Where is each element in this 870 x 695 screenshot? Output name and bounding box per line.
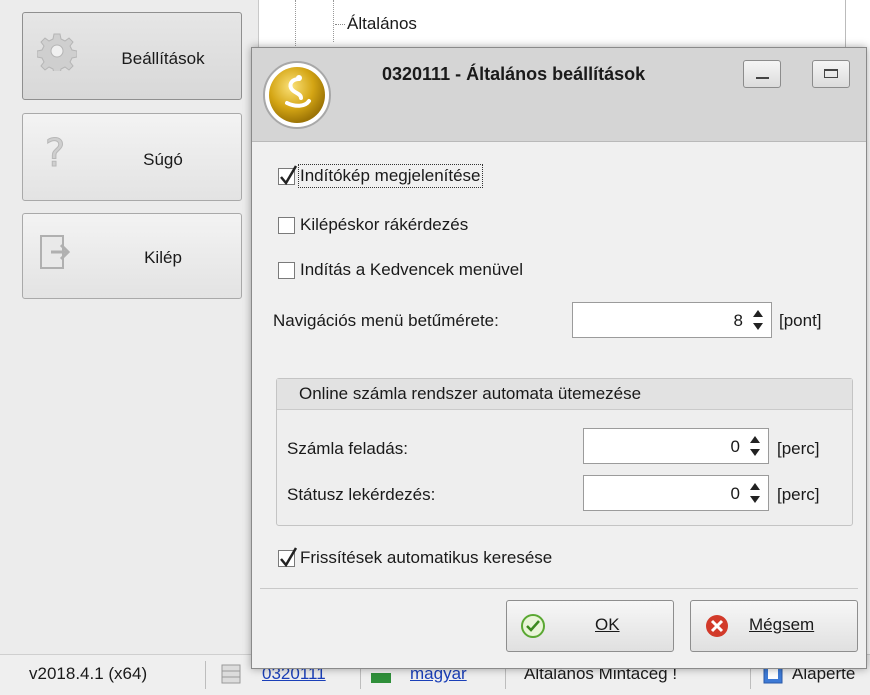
minimize-icon [756,77,769,79]
checkbox-label: Kilépéskor rákérdezés [300,215,469,234]
spinner-value: 8 [733,311,743,330]
status-query-unit: [perc] [777,485,820,504]
check-icon [280,165,298,186]
invoice-send-unit: [perc] [777,439,820,458]
checkbox-label: Indítókép megjelenítése [298,164,483,188]
tree-guide-line [295,0,296,50]
nav-font-size-spinner[interactable]: 8 [572,302,772,338]
nav-font-unit: [pont] [779,311,822,330]
online-invoice-group: Online számla rendszer automata ütemezés… [276,378,853,526]
left-nav-panel: Beállítások ? Súgó Kilép [0,0,259,694]
tree-item-label: Általános [347,14,417,33]
invoice-send-spinner[interactable]: 0 [583,428,769,464]
status-separator [205,661,206,689]
database-icon [220,663,242,685]
gear-icon [36,31,78,75]
maximize-icon [824,69,838,78]
app-logo-icon [261,59,333,131]
invoice-send-label: Számla feladás: [287,439,408,458]
dialog-title: 0320111 - Általános beállítások [382,64,646,84]
group-header: Online számla rendszer automata ütemezés… [277,379,852,410]
minimize-button[interactable] [743,60,781,88]
checkbox-box[interactable] [278,262,295,279]
ok-check-icon [521,614,545,638]
spinner-arrows-icon[interactable] [751,307,765,333]
help-button-label: Súgó [143,150,183,169]
status-query-label: Státusz lekérdezés: [287,485,436,504]
tree-guide-line [333,0,334,42]
ok-button[interactable]: OK [506,600,674,652]
tree-item-general[interactable]: Általános [335,14,417,34]
exit-button[interactable]: Kilép [22,213,242,299]
settings-button[interactable]: Beállítások [22,12,242,100]
checkbox-box[interactable] [278,165,298,186]
exit-button-label: Kilép [144,248,182,267]
checkbox-label: Indítás a Kedvencek menüvel [300,260,524,279]
settings-button-label: Beállítások [121,49,205,68]
spinner-arrows-icon[interactable] [748,433,762,459]
dialog-header: 0320111 - Általános beállítások [252,48,866,142]
checkbox-box[interactable] [278,547,298,568]
dialog-divider [260,588,858,589]
cancel-button-label: Mégsem [749,615,815,634]
spinner-arrows-icon[interactable] [748,480,762,506]
column-divider [845,0,846,50]
spinner-value: 0 [730,484,740,503]
maximize-button[interactable] [812,60,850,88]
nav-font-size-label: Navigációs menü betűmérete: [273,311,499,330]
help-icon: ? [37,131,77,176]
exit-icon [37,232,77,272]
svg-text:?: ? [45,132,65,172]
tree-connector [335,24,345,26]
settings-dialog: 0320111 - Általános beállítások Indítóké… [251,47,867,669]
cancel-button[interactable]: Mégsem [690,600,858,652]
help-button[interactable]: ? Súgó [22,113,242,201]
version-label: v2018.4.1 (x64) [29,664,148,683]
group-title: Online számla rendszer automata ütemezés… [299,384,642,403]
cancel-x-icon [705,614,729,638]
spinner-value: 0 [730,437,740,456]
checkbox-box[interactable] [278,217,295,234]
ok-button-label: OK [595,615,620,634]
status-query-spinner[interactable]: 0 [583,475,769,511]
checkbox-label: Frissítések automatikus keresése [300,548,553,567]
check-icon [280,547,298,568]
